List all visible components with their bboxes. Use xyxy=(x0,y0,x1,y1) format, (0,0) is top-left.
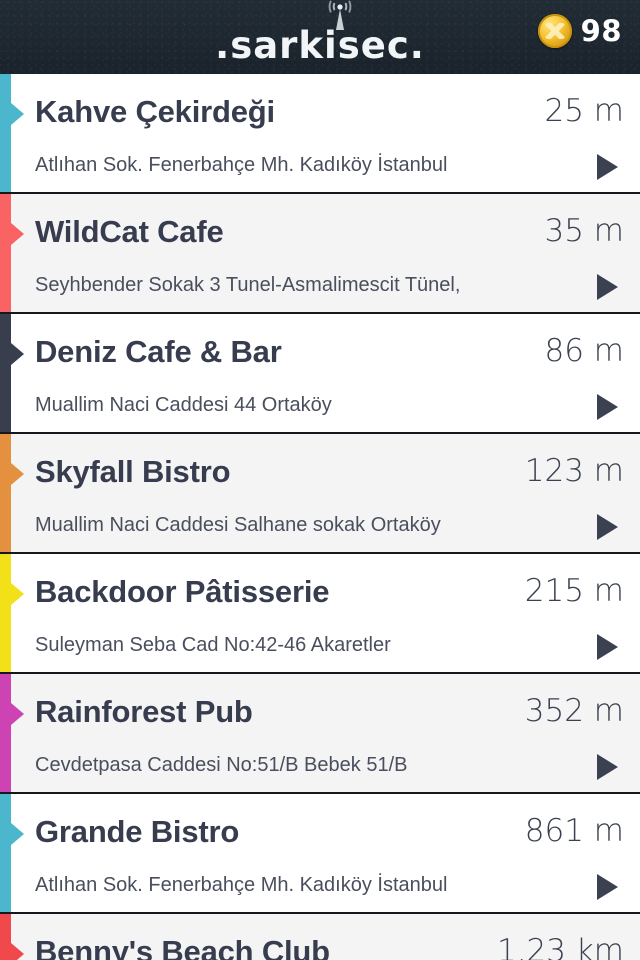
chevron-right-icon[interactable] xyxy=(597,154,618,180)
venue-accent-strip xyxy=(0,194,24,312)
venue-name: Benny's Beach Club xyxy=(35,934,330,960)
venue-distance: 123 m xyxy=(524,453,624,489)
venue-row-body[interactable]: Rainforest Pub 352 m Cevdetpasa Caddesi No… xyxy=(11,674,640,792)
coin-balance[interactable]: 98 xyxy=(537,14,622,48)
venue-distance: 215 m xyxy=(524,573,624,609)
venue-row-body[interactable]: Kahve Çekirdeği 25 m Atlıhan Sok. Fenerbah… xyxy=(11,74,640,192)
coin-count: 98 xyxy=(580,14,622,48)
venue-name: Backdoor Pâtisserie xyxy=(35,574,330,609)
venue-row[interactable]: Deniz Cafe & Bar 86 m Muallim Naci Caddesi… xyxy=(0,314,640,434)
brand-name: .sarkisec. xyxy=(215,24,425,67)
venue-accent-strip xyxy=(0,314,24,432)
venue-row-body[interactable]: WildCat Cafe 35 m Seyhbender Sokak 3 Tunel… xyxy=(11,194,640,312)
venue-name: Skyfall Bistro xyxy=(35,454,231,489)
venue-row[interactable]: Kahve Çekirdeği 25 m Atlıhan Sok. Fenerbah… xyxy=(0,74,640,194)
venue-distance: 861 m xyxy=(524,813,624,849)
venue-address: Muallim Naci Caddesi 44 Ortaköy xyxy=(35,394,332,416)
venue-accent-strip xyxy=(0,794,24,912)
venue-address: Seyhbender Sokak 3 Tunel-Asmalimescit Tü… xyxy=(35,274,461,296)
chevron-right-icon[interactable] xyxy=(597,394,618,420)
venue-accent-strip xyxy=(0,914,24,960)
venue-accent-strip xyxy=(0,74,24,192)
venue-address: Muallim Naci Caddesi Salhane sokak Ortak… xyxy=(35,514,441,536)
venue-name: Rainforest Pub xyxy=(35,694,253,729)
chevron-right-icon[interactable] xyxy=(597,634,618,660)
venue-row[interactable]: Backdoor Pâtisserie 215 m Suleyman Seba Ca… xyxy=(0,554,640,674)
venue-row-body[interactable]: Grande Bistro 861 m Atlıhan Sok. Fenerbahç… xyxy=(11,794,640,912)
venue-distance: 25 m xyxy=(544,93,625,129)
venue-distance: 86 m xyxy=(544,333,625,369)
gold-coin-icon xyxy=(537,14,572,48)
venue-row[interactable]: WildCat Cafe 35 m Seyhbender Sokak 3 Tunel… xyxy=(0,194,640,314)
broadcast-tower-icon xyxy=(328,0,352,30)
venue-name: WildCat Cafe xyxy=(35,214,224,249)
venue-row[interactable]: Skyfall Bistro 123 m Muallim Naci Caddesi … xyxy=(0,434,640,554)
venue-accent-strip xyxy=(0,554,24,672)
venue-row-body[interactable]: Backdoor Pâtisserie 215 m Suleyman Seba Ca… xyxy=(11,554,640,672)
chevron-right-icon[interactable] xyxy=(597,274,618,300)
venue-name: Grande Bistro xyxy=(35,814,240,849)
app-header: .sarkisec. 98 xyxy=(0,0,640,74)
venue-row-body[interactable]: Deniz Cafe & Bar 86 m Muallim Naci Caddesi… xyxy=(11,314,640,432)
venue-distance: 35 m xyxy=(544,213,625,249)
venue-accent-strip xyxy=(0,674,24,792)
venue-row-body[interactable]: Skyfall Bistro 123 m Muallim Naci Caddesi … xyxy=(11,434,640,552)
venue-row-body[interactable]: Benny's Beach Club 1.23 km xyxy=(11,914,640,960)
venue-row[interactable]: Benny's Beach Club 1.23 km xyxy=(0,914,640,960)
venue-name: Kahve Çekirdeği xyxy=(35,94,275,129)
venue-distance: 1.23 km xyxy=(496,933,624,960)
chevron-right-icon[interactable] xyxy=(597,754,618,780)
venue-accent-strip xyxy=(0,434,24,552)
chevron-right-icon[interactable] xyxy=(597,514,618,540)
venue-name: Deniz Cafe & Bar xyxy=(35,334,282,369)
venue-address: Suleyman Seba Cad No:42-46 Akaretler xyxy=(35,634,391,656)
venue-address: Atlıhan Sok. Fenerbahçe Mh. Kadıköy İsta… xyxy=(35,154,448,176)
venue-distance: 352 m xyxy=(524,693,624,729)
venue-row[interactable]: Grande Bistro 861 m Atlıhan Sok. Fenerbahç… xyxy=(0,794,640,914)
venue-list[interactable]: Kahve Çekirdeği 25 m Atlıhan Sok. Fenerbah… xyxy=(0,74,640,960)
venue-address: Atlıhan Sok. Fenerbahçe Mh. Kadıköy İsta… xyxy=(35,874,448,896)
venue-address: Cevdetpasa Caddesi No:51/B Bebek 51/B xyxy=(35,754,408,776)
venue-row[interactable]: Rainforest Pub 352 m Cevdetpasa Caddesi No… xyxy=(0,674,640,794)
chevron-right-icon[interactable] xyxy=(597,874,618,900)
